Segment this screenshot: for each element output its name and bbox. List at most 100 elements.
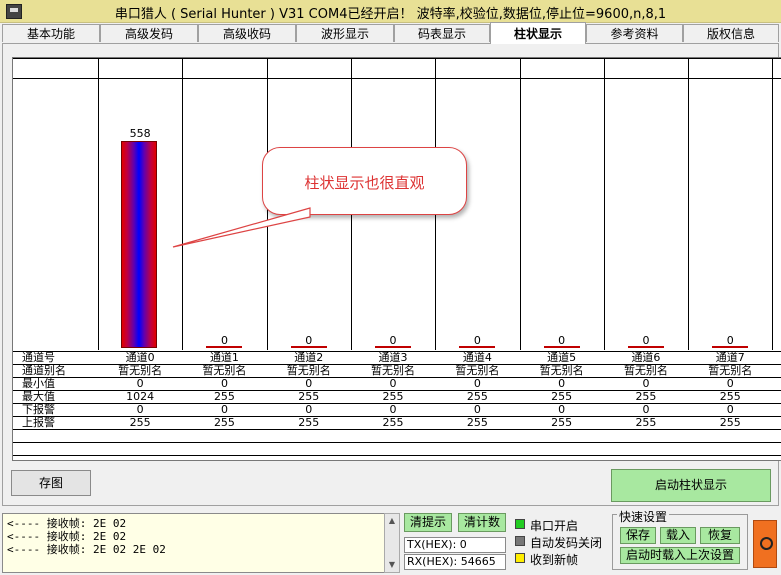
table-cell: 255 [382, 390, 404, 403]
tab-adv-recv[interactable]: 高级收码 [198, 24, 296, 42]
window-title: 串口猎人 ( Serial Hunter ) V31 COM4已经开启！ 波特率… [114, 7, 667, 22]
table-cell: 255 [466, 416, 488, 429]
table-cell: 通道3 [378, 351, 408, 364]
log-line: <---- 接收帧: 2E 02 [7, 517, 127, 530]
clear-tip-button[interactable]: 清提示 [404, 513, 452, 532]
row-label: 下报警 [22, 403, 55, 416]
table-cell: 通道1 [209, 351, 239, 364]
table-cell: 255 [719, 390, 741, 403]
tab-adv-send[interactable]: 高级发码 [100, 24, 198, 42]
port-open-led-icon [515, 519, 525, 529]
grid-line [13, 78, 781, 79]
table-row-line [13, 442, 781, 443]
table-cell: 255 [298, 390, 320, 403]
scroll-down-icon[interactable]: ▼ [385, 558, 399, 572]
table-cell: 0 [305, 377, 313, 390]
save-image-button[interactable]: 存图 [11, 470, 91, 496]
tab-code-table[interactable]: 码表显示 [394, 24, 490, 42]
rx-counter: RX(HEX): 54665 [404, 554, 506, 570]
table-row-line [13, 429, 781, 430]
port-open-label: 串口开启 [530, 519, 579, 533]
quick-settings-legend: 快速设置 [617, 508, 670, 525]
tab-basic[interactable]: 基本功能 [2, 24, 100, 42]
receive-log[interactable]: <---- 接收帧: 2E 02 <---- 接收帧: 2E 02 <---- … [2, 513, 400, 573]
table-cell: 255 [551, 390, 573, 403]
table-cell: 255 [213, 390, 235, 403]
table-cell: 0 [220, 403, 228, 416]
start-bar-display-button[interactable]: 启动柱状显示 [611, 469, 771, 502]
quick-restore-button[interactable]: 恢复 [700, 527, 740, 544]
table-cell: 0 [220, 377, 228, 390]
table-cell: 通道5 [547, 351, 577, 364]
grid-line [772, 58, 774, 350]
bar-channel-0 [121, 140, 158, 348]
table-cell: 通道2 [294, 351, 324, 364]
bar-value-label: 0 [558, 334, 566, 347]
table-row-line [13, 455, 781, 456]
tab-waveform[interactable]: 波形显示 [296, 24, 394, 42]
row-label: 通道号 [22, 351, 55, 364]
quick-save-button[interactable]: 保存 [620, 527, 656, 544]
auto-send-led-icon [515, 536, 525, 546]
grid-line [13, 58, 781, 59]
auto-send-label: 自动发码关闭 [530, 536, 603, 550]
load-on-start-button[interactable]: 启动时载入上次设置 [620, 547, 740, 564]
table-cell: 1024 [126, 390, 155, 403]
callout-text: 柱状显示也很直观 [304, 174, 425, 192]
table-cell: 暂无别名 [623, 364, 668, 377]
table-cell: 255 [719, 416, 741, 429]
table-cell: 暂无别名 [371, 364, 416, 377]
table-row: 最小值 0 0 0 0 0 0 0 0 [13, 377, 781, 390]
table-row: 最大值 1024 255 255 255 255 255 255 255 [13, 390, 781, 403]
bar-value-label: 0 [726, 334, 734, 347]
log-scrollbar[interactable]: ▲ ▼ [384, 513, 400, 573]
bar-value-label: 558 [129, 126, 151, 140]
table-cell: 0 [305, 403, 313, 416]
tab-copyright[interactable]: 版权信息 [683, 24, 779, 42]
table-row: 通道别名 暂无别名 暂无别名 暂无别名 暂无别名 暂无别名 暂无别名 暂无别名 暂无别名 [13, 364, 781, 377]
table-cell: 通道4 [462, 351, 492, 364]
magnifier-icon[interactable] [753, 520, 777, 568]
row-label: 最小值 [22, 377, 55, 390]
bar-value-label: 0 [389, 334, 397, 347]
bar-value-label: 0 [220, 334, 228, 347]
status-area: <---- 接收帧: 2E 02 <---- 接收帧: 2E 02 <---- … [0, 508, 781, 575]
grid-line [688, 58, 690, 350]
table-cell: 255 [382, 416, 404, 429]
table-cell: 暂无别名 [539, 364, 584, 377]
table-cell: 暂无别名 [708, 364, 753, 377]
table-cell: 暂无别名 [118, 364, 163, 377]
row-label: 最大值 [22, 390, 55, 403]
table-row: 通道号 通道0 通道1 通道2 通道3 通道4 通道5 通道6 通道7 [13, 351, 781, 364]
table-cell: 255 [466, 390, 488, 403]
table-cell: 0 [389, 403, 397, 416]
table-cell: 0 [642, 403, 650, 416]
table-cell: 0 [389, 377, 397, 390]
table-cell: 255 [635, 390, 657, 403]
table-cell: 255 [635, 416, 657, 429]
row-label: 通道别名 [22, 364, 66, 377]
table-cell: 0 [558, 403, 566, 416]
table-cell: 255 [551, 416, 573, 429]
table-cell: 0 [473, 377, 481, 390]
tab-bar-display[interactable]: 柱状显示 [490, 22, 586, 44]
table-row: 上报警 255 255 255 255 255 255 255 255 [13, 416, 781, 429]
tab-bar: 基本功能 高级发码 高级收码 波形显示 码表显示 柱状显示 参考资料 版权信息 [2, 22, 780, 44]
table-cell: 暂无别名 [202, 364, 247, 377]
bar-value-label: 0 [473, 334, 481, 347]
table-cell: 通道7 [715, 351, 745, 364]
table-cell: 暂无别名 [286, 364, 331, 377]
tab-reference[interactable]: 参考资料 [586, 24, 683, 42]
clear-count-button[interactable]: 清计数 [458, 513, 506, 532]
title-bar: 串口猎人 ( Serial Hunter ) V31 COM4已经开启！ 波特率… [0, 0, 781, 23]
quick-load-button[interactable]: 载入 [660, 527, 696, 544]
scroll-up-icon[interactable]: ▲ [385, 514, 399, 528]
bar-value-label: 0 [305, 334, 313, 347]
table-cell: 0 [136, 377, 144, 390]
grid-line [98, 58, 99, 350]
log-line: <---- 接收帧: 2E 02 2E 02 [7, 543, 166, 556]
callout-pointer [172, 207, 311, 248]
new-frame-led-icon [515, 553, 525, 563]
grid-line [603, 58, 605, 350]
table-cell: 暂无别名 [455, 364, 500, 377]
